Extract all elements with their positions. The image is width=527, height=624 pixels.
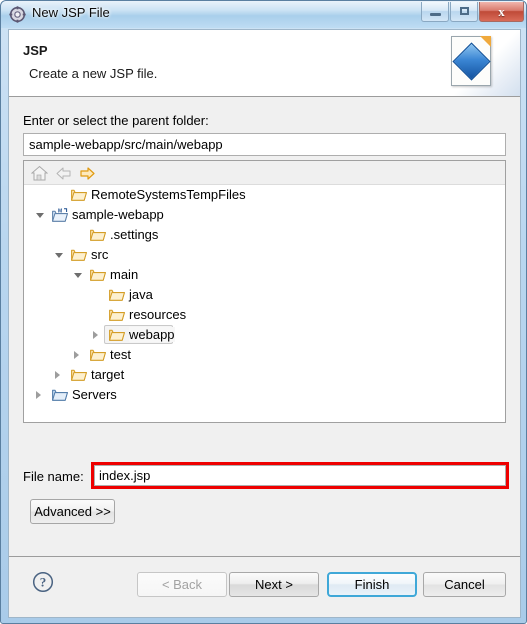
tree-item-label: main [110, 267, 139, 282]
folder-icon [71, 248, 87, 261]
folder-icon [109, 288, 125, 301]
tree-item-src[interactable]: src [24, 245, 505, 265]
folder-icon [71, 188, 87, 201]
collapse-twisty-icon[interactable] [74, 273, 82, 278]
expand-twisty-icon[interactable] [74, 351, 79, 359]
next-button[interactable]: Next > [229, 572, 319, 597]
help-question-icon[interactable]: ? [32, 571, 54, 593]
svg-text:M: M [58, 209, 62, 215]
advanced-button[interactable]: Advanced >> [30, 499, 115, 524]
jsp-diamond-shape [452, 42, 491, 81]
file-name-label: File name: [23, 469, 84, 484]
tree-item-main[interactable]: main [24, 265, 505, 285]
title-bar[interactable]: New JSP File x [1, 1, 526, 28]
folder-tree[interactable]: RemoteSystemsTempFiles Msample-webapp .set… [24, 185, 505, 422]
forward-arrow-icon[interactable] [79, 165, 96, 181]
tree-item-servers[interactable]: Servers [24, 385, 505, 405]
dialog-body: Enter or select the parent folder: sampl… [9, 97, 520, 557]
finish-button[interactable]: Finish [327, 572, 417, 597]
folder-tree-panel: RemoteSystemsTempFiles Msample-webapp .set… [23, 160, 506, 423]
expand-twisty-icon[interactable] [93, 331, 98, 339]
tree-item-label: sample-webapp [72, 207, 164, 222]
cancel-button[interactable]: Cancel [423, 572, 506, 597]
jsp-document-icon [451, 36, 491, 86]
tree-item-target[interactable]: target [24, 365, 505, 385]
window-controls: x [421, 2, 524, 22]
tree-item-label: Servers [72, 387, 117, 402]
wizard-banner [435, 30, 520, 96]
file-name-input[interactable]: index.jsp [94, 465, 506, 486]
expand-twisty-icon[interactable] [36, 391, 41, 399]
back-arrow-icon [55, 165, 72, 181]
page-description: Create a new JSP file. [29, 66, 158, 81]
tree-item-java[interactable]: java [24, 285, 505, 305]
folder-icon [90, 348, 106, 361]
tree-item-label: webapp [129, 327, 175, 342]
tree-item-webapp[interactable]: webapp [24, 325, 505, 345]
parent-folder-input[interactable]: sample-webapp/src/main/webapp [23, 133, 506, 156]
new-jsp-file-dialog: New JSP File x JSP Create a new JSP file… [0, 0, 527, 624]
tree-item-label: src [91, 247, 109, 262]
servers-folder-icon [52, 388, 68, 401]
tree-item-label: RemoteSystemsTempFiles [91, 187, 246, 202]
tree-item-settings[interactable]: .settings [24, 225, 505, 245]
tree-item-label: java [129, 287, 153, 302]
tree-item-label: target [91, 367, 125, 382]
gear-icon [9, 6, 26, 23]
home-icon[interactable] [31, 165, 48, 181]
folder-icon [71, 368, 87, 381]
folder-icon [90, 228, 106, 241]
collapse-twisty-icon[interactable] [55, 253, 63, 258]
expand-twisty-icon[interactable] [55, 371, 60, 379]
tree-item-label: test [110, 347, 131, 362]
maximize-button[interactable] [450, 2, 478, 22]
tree-item-label: resources [129, 307, 187, 322]
dialog-footer: ? < Back Next > Finish Cancel [9, 556, 520, 617]
collapse-twisty-icon[interactable] [36, 213, 44, 218]
wizard-header: JSP Create a new JSP file. [9, 30, 520, 97]
tree-item-label: .settings [110, 227, 159, 242]
folder-icon [90, 268, 106, 281]
folder-icon [109, 328, 125, 341]
minimize-button[interactable] [421, 2, 449, 22]
tree-item-sample-webapp[interactable]: Msample-webapp [24, 205, 505, 225]
back-button[interactable]: < Back [137, 572, 227, 597]
page-title: JSP [23, 43, 48, 58]
tree-toolbar [24, 161, 505, 185]
close-button[interactable]: x [479, 2, 524, 22]
parent-folder-label: Enter or select the parent folder: [23, 113, 209, 128]
tree-item-resources[interactable]: resources [24, 305, 505, 325]
folder-icon [109, 308, 125, 321]
svg-text:?: ? [40, 575, 47, 590]
tree-item-test[interactable]: test [24, 345, 505, 365]
maven-project-icon: M [52, 208, 68, 222]
window-title: New JSP File [32, 5, 110, 20]
dialog-client-area: JSP Create a new JSP file. Enter or sele… [8, 29, 521, 618]
tree-item-remotesystemstempfiles[interactable]: RemoteSystemsTempFiles [24, 185, 505, 205]
